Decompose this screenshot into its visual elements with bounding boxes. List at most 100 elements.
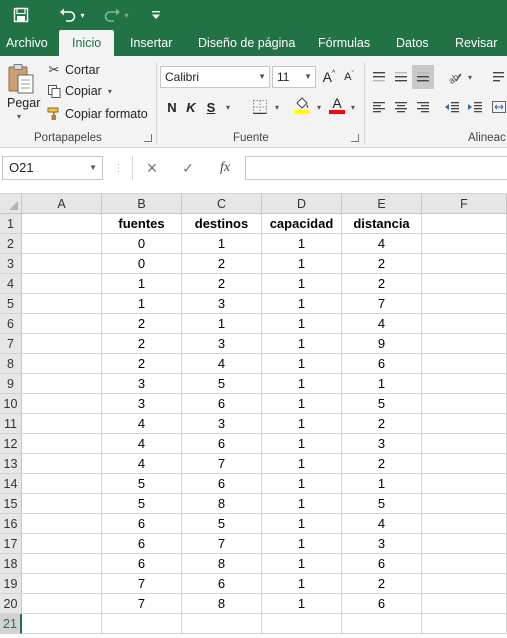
table-cell[interactable]: 3: [342, 434, 422, 454]
empty-cell[interactable]: [422, 414, 507, 434]
empty-cell[interactable]: [422, 494, 507, 514]
fill-color-dropdown-icon[interactable]: ▾: [313, 96, 325, 118]
table-cell[interactable]: 8: [182, 594, 262, 614]
table-cell[interactable]: 1: [262, 534, 342, 554]
paste-icon[interactable]: [6, 62, 38, 96]
table-cell[interactable]: 1: [262, 294, 342, 314]
bold-button[interactable]: N: [164, 96, 180, 118]
table-cell[interactable]: 1: [262, 274, 342, 294]
table-cell[interactable]: 1: [262, 434, 342, 454]
undo-icon[interactable]: ▾: [54, 0, 90, 30]
row-header[interactable]: 20: [0, 594, 22, 614]
empty-cell[interactable]: [422, 554, 507, 574]
empty-cell[interactable]: [102, 614, 182, 634]
table-cell[interactable]: 1: [262, 334, 342, 354]
empty-cell[interactable]: [22, 494, 102, 514]
empty-cell[interactable]: [422, 214, 507, 234]
empty-cell[interactable]: [22, 294, 102, 314]
table-cell[interactable]: 5: [342, 394, 422, 414]
table-cell[interactable]: 2: [182, 254, 262, 274]
table-cell[interactable]: 1: [102, 274, 182, 294]
table-cell[interactable]: 1: [262, 554, 342, 574]
table-cell[interactable]: 4: [102, 434, 182, 454]
table-cell[interactable]: 5: [102, 494, 182, 514]
paste-button[interactable]: Pegar: [7, 96, 40, 110]
underline-button[interactable]: S: [203, 96, 219, 118]
table-cell[interactable]: 3: [182, 414, 262, 434]
table-cell[interactable]: 1: [262, 574, 342, 594]
grow-font-button[interactable]: A ^: [320, 66, 338, 88]
table-cell[interactable]: 6: [342, 594, 422, 614]
table-cell[interactable]: 7: [102, 574, 182, 594]
table-cell[interactable]: 3: [182, 334, 262, 354]
fill-color-icon[interactable]: [292, 94, 312, 116]
empty-cell[interactable]: [422, 234, 507, 254]
table-cell[interactable]: 1: [262, 514, 342, 534]
table-cell[interactable]: 5: [182, 514, 262, 534]
table-cell[interactable]: 8: [182, 554, 262, 574]
table-cell[interactable]: 1: [102, 294, 182, 314]
column-header-f[interactable]: F: [422, 194, 507, 214]
copy-button[interactable]: Copiar ▾: [46, 84, 112, 98]
align-left-icon[interactable]: [369, 96, 389, 118]
table-cell[interactable]: 0: [102, 234, 182, 254]
tab-inicio[interactable]: Inicio: [59, 30, 115, 56]
header-cell[interactable]: fuentes: [102, 214, 182, 234]
empty-cell[interactable]: [422, 474, 507, 494]
empty-cell[interactable]: [422, 594, 507, 614]
empty-cell[interactable]: [22, 574, 102, 594]
table-cell[interactable]: 1: [262, 354, 342, 374]
table-cell[interactable]: 2: [102, 314, 182, 334]
table-cell[interactable]: 3: [102, 374, 182, 394]
empty-cell[interactable]: [422, 334, 507, 354]
empty-cell[interactable]: [22, 434, 102, 454]
empty-cell[interactable]: [422, 454, 507, 474]
formula-bar-grip-icon[interactable]: ⋮: [112, 156, 124, 180]
copy-dropdown-icon[interactable]: ▾: [108, 87, 112, 96]
row-header[interactable]: 5: [0, 294, 22, 314]
align-center-icon[interactable]: [391, 96, 411, 118]
empty-cell[interactable]: [422, 614, 507, 634]
empty-cell[interactable]: [422, 574, 507, 594]
table-cell[interactable]: 1: [342, 474, 422, 494]
empty-cell[interactable]: [22, 314, 102, 334]
row-header[interactable]: 15: [0, 494, 22, 514]
wrap-text-icon[interactable]: [491, 66, 507, 88]
empty-cell[interactable]: [22, 514, 102, 534]
row-header[interactable]: 2: [0, 234, 22, 254]
align-middle-icon[interactable]: [391, 66, 411, 88]
tab-archivo[interactable]: Archivo: [6, 30, 48, 56]
table-cell[interactable]: 2: [102, 354, 182, 374]
table-cell[interactable]: 3: [342, 534, 422, 554]
row-header[interactable]: 6: [0, 314, 22, 334]
empty-cell[interactable]: [422, 394, 507, 414]
table-cell[interactable]: 7: [182, 454, 262, 474]
enter-icon[interactable]: ✓: [176, 156, 200, 180]
table-cell[interactable]: 1: [262, 414, 342, 434]
empty-cell[interactable]: [22, 534, 102, 554]
table-cell[interactable]: 6: [342, 554, 422, 574]
empty-cell[interactable]: [422, 354, 507, 374]
table-cell[interactable]: 4: [342, 514, 422, 534]
italic-button[interactable]: K: [183, 96, 199, 118]
tab-datos[interactable]: Datos: [396, 30, 429, 56]
orientation-icon[interactable]: ab: [445, 66, 465, 88]
table-cell[interactable]: 2: [342, 414, 422, 434]
empty-cell[interactable]: [422, 294, 507, 314]
portapapeles-launcher-icon[interactable]: [144, 134, 152, 142]
tab-formulas[interactable]: Fórmulas: [318, 30, 370, 56]
row-header[interactable]: 3: [0, 254, 22, 274]
row-header[interactable]: 1: [0, 214, 22, 234]
customize-qat-icon[interactable]: [146, 0, 166, 30]
table-cell[interactable]: 6: [182, 574, 262, 594]
column-header-b[interactable]: B: [102, 194, 182, 214]
table-cell[interactable]: 1: [182, 314, 262, 334]
table-cell[interactable]: 7: [102, 594, 182, 614]
table-cell[interactable]: 1: [182, 234, 262, 254]
empty-cell[interactable]: [422, 374, 507, 394]
table-cell[interactable]: 1: [262, 314, 342, 334]
table-cell[interactable]: 5: [182, 374, 262, 394]
column-header-c[interactable]: C: [182, 194, 262, 214]
table-cell[interactable]: 6: [102, 534, 182, 554]
table-cell[interactable]: 6: [102, 554, 182, 574]
